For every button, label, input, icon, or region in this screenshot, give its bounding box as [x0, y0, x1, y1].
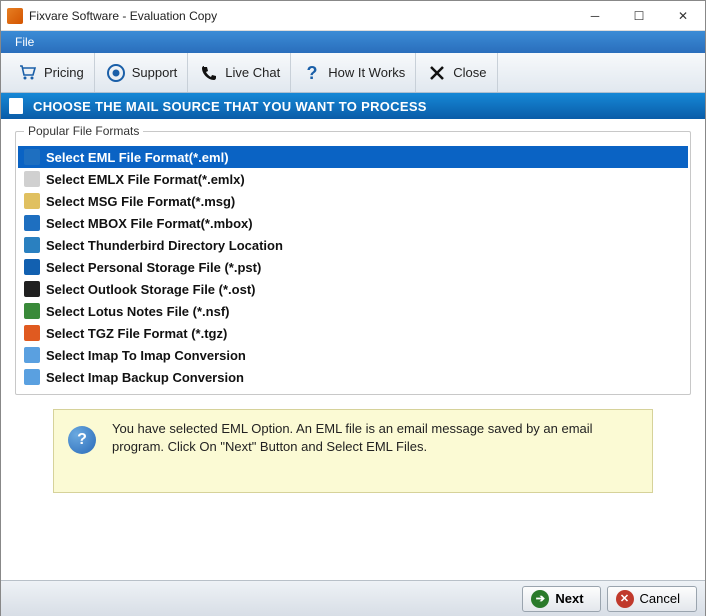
headset-icon [105, 62, 127, 84]
close-app-button[interactable]: Close [416, 53, 497, 92]
cancel-label: Cancel [640, 591, 680, 606]
howitworks-button[interactable]: ? How It Works [291, 53, 416, 92]
document-icon [9, 98, 23, 114]
window-controls: ─ ☐ ✕ [573, 1, 705, 31]
format-option[interactable]: Select Outlook Storage File (*.ost) [18, 278, 688, 300]
format-label: Select EML File Format(*.eml) [46, 150, 229, 165]
phone-icon [198, 62, 220, 84]
group-label: Popular File Formats [24, 124, 143, 138]
format-option[interactable]: Select Thunderbird Directory Location [18, 234, 688, 256]
info-panel: ? You have selected EML Option. An EML f… [53, 409, 653, 493]
file-type-icon [24, 237, 40, 253]
question-icon: ? [301, 62, 323, 84]
file-type-icon [24, 281, 40, 297]
file-type-icon [24, 259, 40, 275]
format-label: Select Thunderbird Directory Location [46, 238, 283, 253]
footer: ➔ Next ✕ Cancel [1, 580, 705, 616]
cancel-x-icon: ✕ [616, 590, 634, 608]
support-label: Support [132, 65, 178, 80]
file-type-icon [24, 149, 40, 165]
file-type-icon [24, 325, 40, 341]
titlebar: Fixvare Software - Evaluation Copy ─ ☐ ✕ [1, 1, 705, 31]
help-icon: ? [68, 426, 96, 454]
svg-text:?: ? [307, 63, 318, 83]
support-button[interactable]: Support [95, 53, 189, 92]
close-icon [426, 62, 448, 84]
menubar: File [1, 31, 705, 53]
format-option[interactable]: Select Imap Backup Conversion [18, 366, 688, 388]
livechat-label: Live Chat [225, 65, 280, 80]
minimize-button[interactable]: ─ [573, 1, 617, 31]
format-label: Select EMLX File Format(*.emlx) [46, 172, 245, 187]
format-option[interactable]: Select EML File Format(*.eml) [18, 146, 688, 168]
format-option[interactable]: Select TGZ File Format (*.tgz) [18, 322, 688, 344]
close-window-button[interactable]: ✕ [661, 1, 705, 31]
livechat-button[interactable]: Live Chat [188, 53, 291, 92]
format-label: Select MSG File Format(*.msg) [46, 194, 235, 209]
file-type-icon [24, 369, 40, 385]
close-label: Close [453, 65, 486, 80]
format-option[interactable]: Select MSG File Format(*.msg) [18, 190, 688, 212]
format-label: Select MBOX File Format(*.mbox) [46, 216, 253, 231]
app-icon [7, 8, 23, 24]
maximize-button[interactable]: ☐ [617, 1, 661, 31]
format-option[interactable]: Select Imap To Imap Conversion [18, 344, 688, 366]
file-type-icon [24, 171, 40, 187]
format-label: Select Outlook Storage File (*.ost) [46, 282, 255, 297]
howitworks-label: How It Works [328, 65, 405, 80]
format-option[interactable]: Select Lotus Notes File (*.nsf) [18, 300, 688, 322]
file-type-icon [24, 347, 40, 363]
pricing-button[interactable]: Pricing [7, 53, 95, 92]
format-option[interactable]: Select EMLX File Format(*.emlx) [18, 168, 688, 190]
format-label: Select Lotus Notes File (*.nsf) [46, 304, 229, 319]
next-arrow-icon: ➔ [531, 590, 549, 608]
info-message: You have selected EML Option. An EML fil… [112, 420, 634, 456]
file-type-icon [24, 193, 40, 209]
section-header: CHOOSE THE MAIL SOURCE THAT YOU WANT TO … [1, 93, 705, 119]
format-label: Select Personal Storage File (*.pst) [46, 260, 261, 275]
formats-group: Popular File Formats Select EML File For… [15, 131, 691, 395]
toolbar: Pricing Support Live Chat ? How It Works… [1, 53, 705, 93]
format-option[interactable]: Select Personal Storage File (*.pst) [18, 256, 688, 278]
format-label: Select Imap Backup Conversion [46, 370, 244, 385]
menu-file[interactable]: File [7, 33, 42, 51]
format-list: Select EML File Format(*.eml) Select EMLX… [18, 146, 688, 388]
cancel-button[interactable]: ✕ Cancel [607, 586, 697, 612]
cart-icon [17, 62, 39, 84]
pricing-label: Pricing [44, 65, 84, 80]
content-area: Popular File Formats Select EML File For… [1, 119, 705, 501]
format-label: Select Imap To Imap Conversion [46, 348, 246, 363]
next-button[interactable]: ➔ Next [522, 586, 600, 612]
next-label: Next [555, 591, 583, 606]
section-header-text: CHOOSE THE MAIL SOURCE THAT YOU WANT TO … [33, 99, 427, 114]
window-title: Fixvare Software - Evaluation Copy [29, 9, 573, 23]
file-type-icon [24, 303, 40, 319]
file-type-icon [24, 215, 40, 231]
format-label: Select TGZ File Format (*.tgz) [46, 326, 227, 341]
format-option[interactable]: Select MBOX File Format(*.mbox) [18, 212, 688, 234]
